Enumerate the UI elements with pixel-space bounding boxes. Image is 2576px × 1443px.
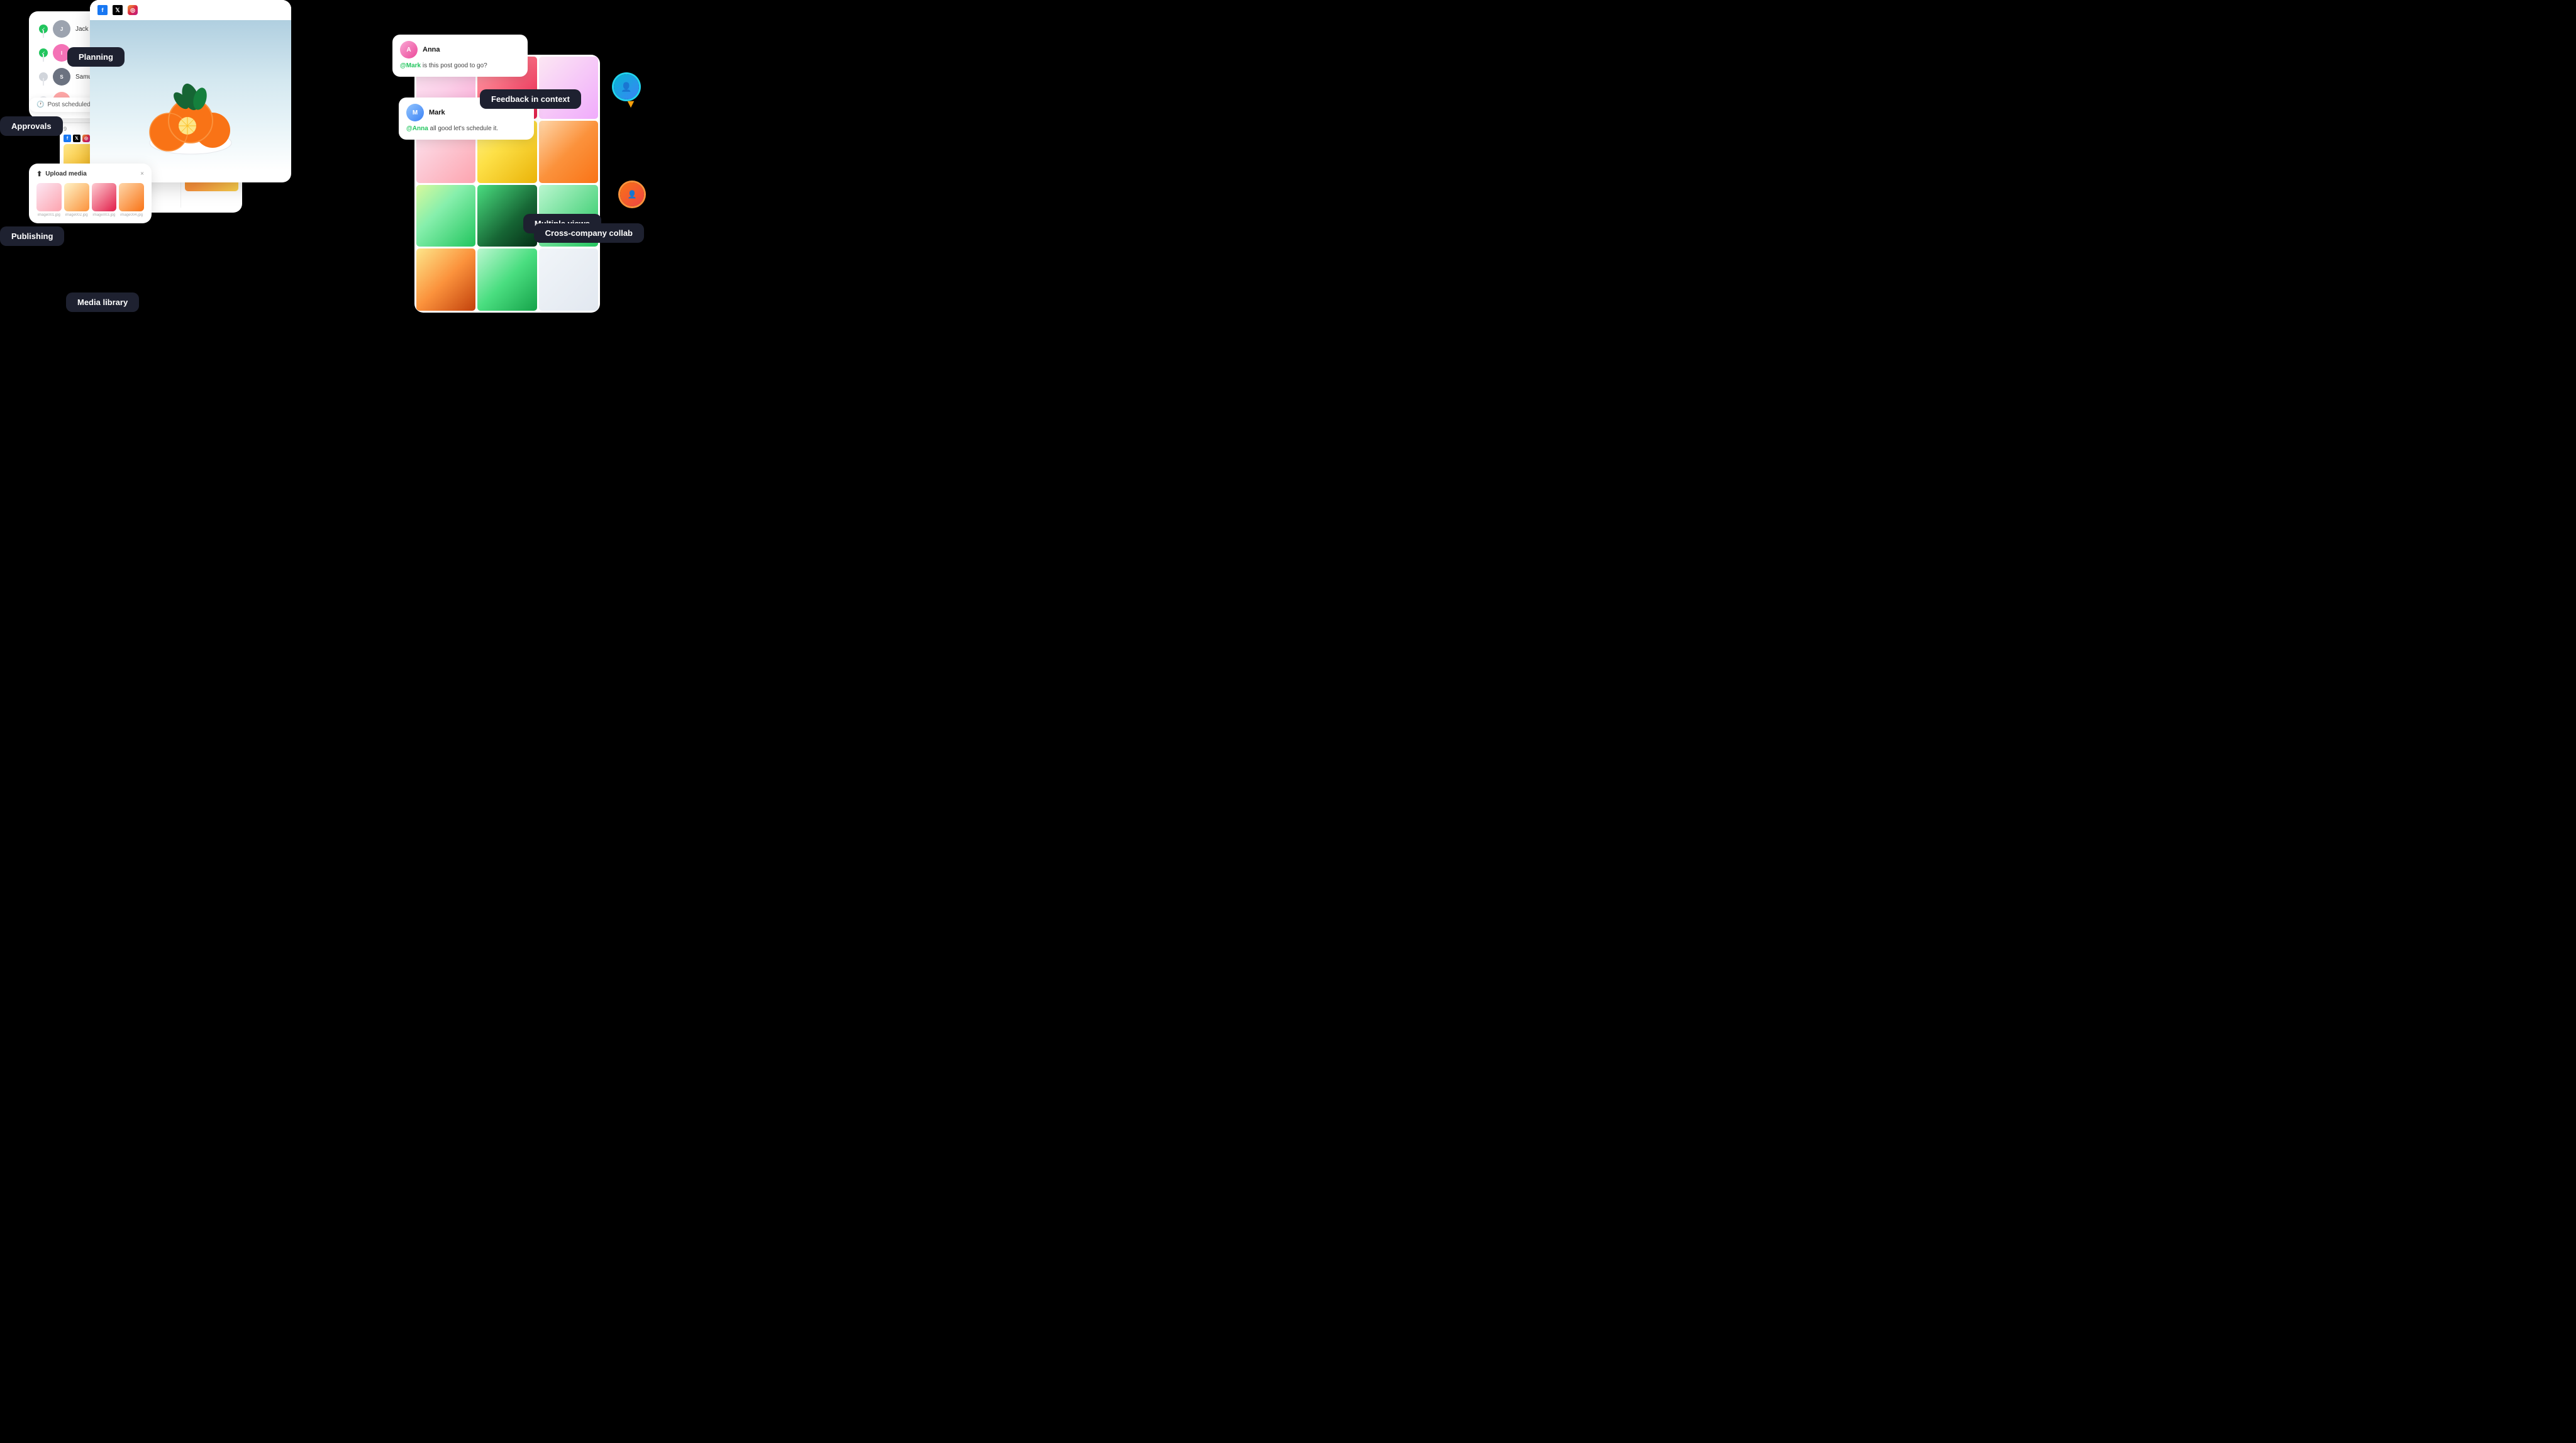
grid-cell-3 — [539, 57, 598, 119]
mark-mention: @Anna — [406, 125, 428, 132]
grid-cell-12 — [539, 248, 598, 311]
upload-thumbnails — [36, 183, 144, 211]
file-label-1: image001.jpg — [36, 213, 62, 217]
mark-avatar: M — [406, 104, 424, 121]
anna-avatar: A — [400, 41, 418, 58]
anna-mention: @Mark — [400, 62, 421, 69]
anna-name: Anna — [423, 46, 440, 53]
collab-avatar-2: 👤 — [620, 182, 644, 206]
upload-media-card: ⬆ Upload media × image001.jpg image002.j… — [29, 164, 152, 223]
post-facebook-icon: f — [97, 5, 108, 15]
grid-cell-6 — [539, 121, 598, 183]
post-twitter-icon: 𝕏 — [113, 5, 123, 15]
upload-thumb-4 — [119, 183, 144, 211]
avatar-jack: J — [53, 20, 70, 38]
media-library-badge: Media library — [66, 292, 139, 312]
grid-cell-10 — [416, 248, 475, 311]
approvals-badge: Approvals — [0, 116, 63, 136]
upload-icon: ⬆ — [36, 170, 42, 178]
avatar-samuel: S — [53, 68, 70, 86]
upload-title-text: Upload media — [45, 170, 87, 177]
anna-message: @Mark is this post good to go? — [400, 62, 520, 70]
connector-samuel — [43, 78, 44, 86]
publishing-badge: Publishing — [0, 226, 64, 246]
grid-cell-7 — [416, 185, 475, 247]
upload-thumb-3 — [92, 183, 117, 211]
main-scene: Approvals Publishing ✓ J Jack ✓ I Ingrid… — [0, 0, 644, 361]
post-instagram-icon: ◎ — [128, 5, 138, 15]
file-label-4: image004.jpg — [119, 213, 144, 217]
post-scheduled-text: Post scheduled — [47, 101, 90, 108]
grid-cell-11 — [477, 248, 536, 311]
file-label-2: image002.jpg — [64, 213, 89, 217]
name-jack: Jack — [75, 26, 89, 33]
main-post-header: f 𝕏 ◎ — [90, 0, 291, 20]
feedback-card-anna: A Anna @Mark is this post good to go? — [392, 35, 528, 77]
arrow-pointer-1: ▼ — [625, 98, 636, 111]
main-post-image — [90, 20, 291, 171]
connector-jack — [43, 30, 44, 38]
upload-close-button[interactable]: × — [140, 170, 144, 177]
orange-illustration — [134, 33, 247, 159]
mark-name: Mark — [429, 109, 445, 116]
facebook-icon: f — [64, 135, 71, 142]
upload-file-labels: image001.jpg image002.jpg image003.jpg i… — [36, 213, 144, 217]
post-scheduled-badge: 🕐 Post scheduled — [29, 98, 98, 112]
upload-header: ⬆ Upload media × — [36, 170, 144, 178]
cross-company-collab-badge: Cross-company collab — [534, 223, 644, 243]
main-post-card: f 𝕏 ◎ — [90, 0, 291, 182]
anna-user-row: A Anna — [400, 41, 520, 58]
upload-thumb-2 — [64, 183, 89, 211]
upload-title-row: ⬆ Upload media — [36, 170, 87, 178]
feedback-in-context-badge: Feedback in context — [480, 89, 581, 109]
collab-avatar-1: 👤 — [614, 74, 639, 99]
clock-icon: 🕐 — [36, 101, 44, 108]
mark-message: @Anna all good let's schedule it. — [406, 125, 526, 133]
upload-thumb-1 — [36, 183, 62, 211]
connector-ingrid — [43, 54, 44, 62]
file-label-3: image003.jpg — [92, 213, 117, 217]
planning-badge: Planning — [67, 47, 125, 67]
twitter-icon: 𝕏 — [73, 135, 80, 142]
instagram-icon-2: ◎ — [82, 135, 90, 142]
